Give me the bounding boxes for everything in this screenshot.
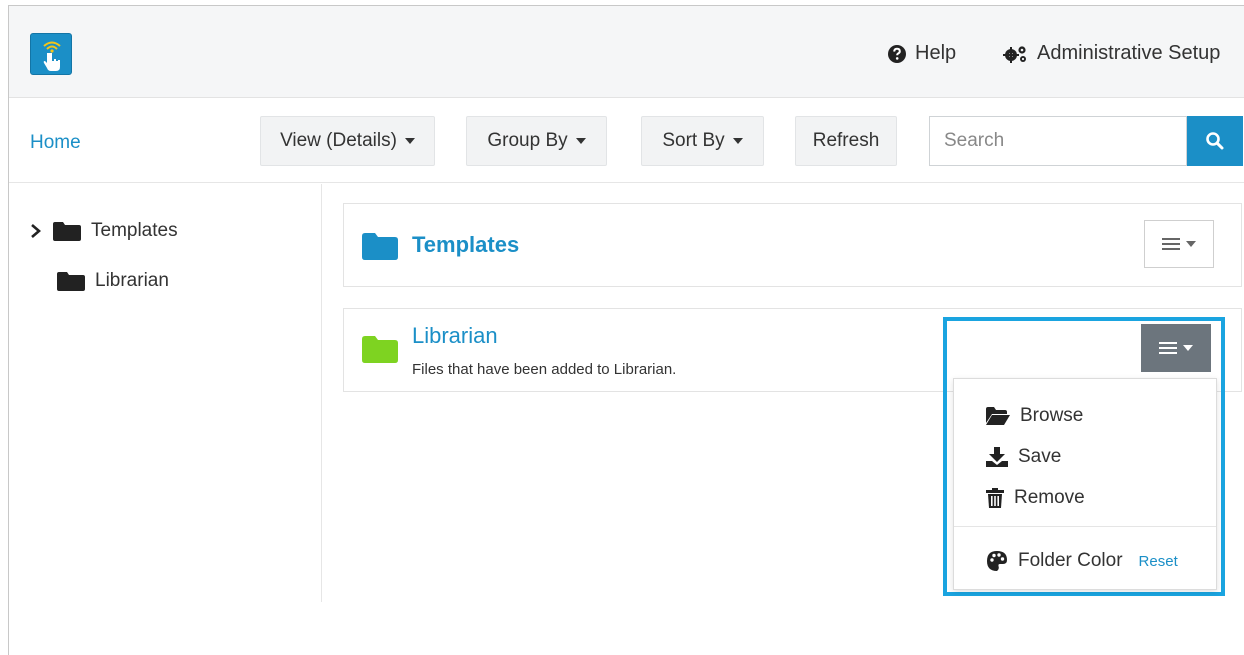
question-circle-icon xyxy=(888,44,906,63)
app-window: Help Administrative Setup Home View (Det… xyxy=(8,5,1244,655)
folder-dropdown-menu: Browse Save Remove Folder Color Reset xyxy=(953,378,1217,590)
folder-menu-button[interactable] xyxy=(1144,220,1214,268)
caret-down-icon xyxy=(575,138,586,144)
group-label: Group By xyxy=(487,130,568,151)
folder-icon xyxy=(57,272,85,291)
menu-item-label: Save xyxy=(1018,446,1062,467)
folder-tree: Templates Librarian xyxy=(9,184,322,602)
caret-down-icon xyxy=(404,138,415,144)
caret-down-icon xyxy=(1183,345,1193,351)
folder-card-templates: Templates xyxy=(343,203,1242,287)
menu-item-browse[interactable]: Browse xyxy=(986,405,1083,427)
refresh-button[interactable]: Refresh xyxy=(795,116,897,166)
menu-item-save[interactable]: Save xyxy=(986,446,1061,468)
folder-open-icon xyxy=(986,407,1010,425)
administrative-setup-link[interactable]: Administrative Setup xyxy=(1003,42,1220,65)
tree-item-templates[interactable]: Templates xyxy=(29,220,178,242)
menu-item-label: Browse xyxy=(1020,405,1084,426)
folder-title[interactable]: Librarian xyxy=(412,323,498,349)
refresh-label: Refresh xyxy=(812,130,880,151)
group-by-button[interactable]: Group By xyxy=(466,116,607,166)
reset-color-link[interactable]: Reset xyxy=(1139,553,1178,570)
sort-label: Sort By xyxy=(662,130,725,151)
palette-icon xyxy=(987,551,1007,571)
view-details-button[interactable]: View (Details) xyxy=(260,116,435,166)
caret-down-icon xyxy=(1186,241,1196,247)
menu-item-remove[interactable]: Remove xyxy=(986,487,1085,509)
caret-down-icon xyxy=(732,138,743,144)
app-logo[interactable] xyxy=(30,33,72,75)
menu-item-folder-color[interactable]: Folder Color Reset xyxy=(986,550,1178,572)
folder-icon xyxy=(362,233,398,260)
menu-item-label: Remove xyxy=(1014,487,1085,508)
menu-item-label: Folder Color xyxy=(1018,550,1123,571)
folder-icon xyxy=(362,336,398,363)
folder-menu-button-active[interactable] xyxy=(1141,324,1211,372)
touch-hand-icon xyxy=(43,41,61,71)
view-label: View (Details) xyxy=(280,130,397,151)
app-header: Help Administrative Setup xyxy=(9,6,1244,98)
bars-icon xyxy=(1159,342,1177,354)
admin-label: Administrative Setup xyxy=(1037,42,1221,64)
folder-icon xyxy=(53,222,81,241)
tree-item-label: Templates xyxy=(91,220,178,241)
help-link[interactable]: Help xyxy=(887,42,956,65)
search-icon xyxy=(1206,132,1224,150)
search-input[interactable] xyxy=(929,116,1187,166)
menu-divider xyxy=(954,526,1216,527)
bars-icon xyxy=(1162,238,1180,250)
toolbar: Home View (Details) Group By Sort By Ref… xyxy=(9,99,1244,183)
chevron-right-icon[interactable] xyxy=(29,223,43,239)
tree-item-librarian[interactable]: Librarian xyxy=(57,270,169,292)
gears-icon xyxy=(1003,45,1026,63)
trash-icon xyxy=(986,488,1004,508)
help-label: Help xyxy=(915,42,957,64)
tree-item-label: Librarian xyxy=(95,270,169,291)
download-icon xyxy=(986,447,1008,467)
folder-title[interactable]: Templates xyxy=(412,232,519,258)
sort-by-button[interactable]: Sort By xyxy=(641,116,764,166)
folder-description: Files that have been added to Librarian. xyxy=(412,361,677,378)
search-button[interactable] xyxy=(1187,116,1243,166)
home-link[interactable]: Home xyxy=(30,132,81,154)
